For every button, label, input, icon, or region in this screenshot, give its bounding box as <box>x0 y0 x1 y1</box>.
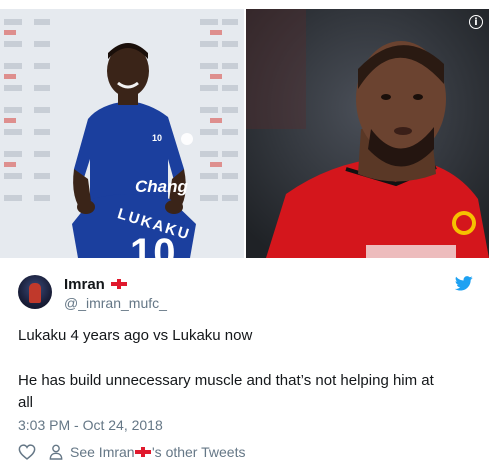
see-other-tweets-link[interactable]: See Imran <box>70 444 135 460</box>
display-name[interactable]: Imran <box>64 276 105 293</box>
shirt-sponsor: Chang <box>135 177 188 196</box>
tweet-media[interactable]: 10 Chang LUKAKU 10 i <box>0 9 489 258</box>
person-icon <box>49 444 63 460</box>
photo-man-utd-graphic <box>246 9 489 258</box>
england-flag-icon <box>111 279 127 289</box>
tweet-text-line-3: all <box>18 394 34 411</box>
avatar[interactable] <box>18 275 52 309</box>
tweet-text-line-1: Lukaku 4 years ago vs Lukaku now <box>18 327 253 344</box>
twitter-bird-icon[interactable] <box>455 276 473 291</box>
photo-man-utd[interactable]: adidas i <box>246 9 489 258</box>
embedded-tweet-card: 10 Chang LUKAKU 10 i Imran @_imran_mufc_… <box>0 0 489 465</box>
user-handle[interactable]: @_imran_mufc_ <box>64 295 167 311</box>
info-icon[interactable]: i <box>469 15 483 29</box>
like-heart-icon[interactable] <box>18 444 36 460</box>
shirt-number-small: 10 <box>152 133 163 143</box>
england-flag-icon <box>135 447 151 457</box>
jersey-number: 10 <box>130 231 177 258</box>
photo-everton[interactable]: 10 Chang LUKAKU 10 <box>0 9 244 258</box>
see-other-tweets-link-suffix[interactable]: 's other Tweets <box>152 444 245 460</box>
tweet-text-line-2: He has build unnecessary muscle and that… <box>18 372 434 389</box>
tweet-timestamp[interactable]: 3:03 PM - Oct 24, 2018 <box>18 417 163 433</box>
